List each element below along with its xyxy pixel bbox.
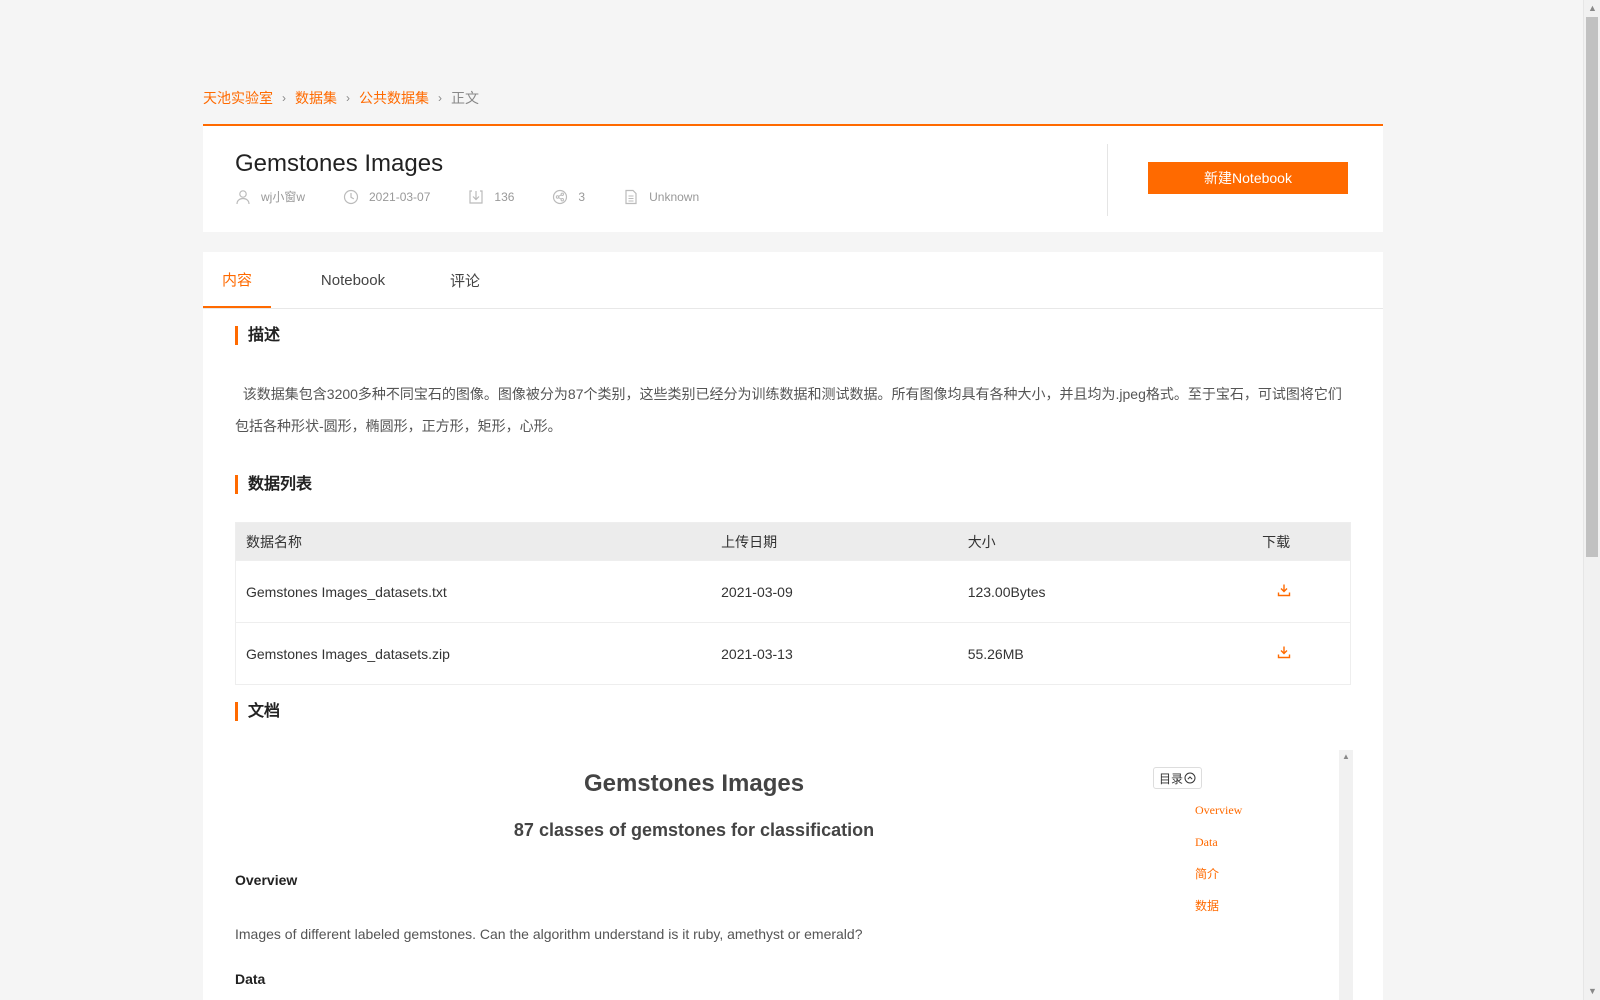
download-cell — [1262, 645, 1350, 662]
dataset-content-card: 内容 Notebook 评论 描述 该数据集包含3200多种不同宝石的图像。图像… — [203, 252, 1383, 1000]
column-header-download: 下载 — [1262, 533, 1291, 550]
file-upload-date: 2021-03-13 — [721, 645, 793, 662]
data-file-table: 数据名称 上传日期 大小 下载 Gemstones Images_dataset… — [235, 522, 1351, 685]
column-header-size: 大小 — [967, 533, 996, 550]
license-text: Unknown — [649, 189, 700, 204]
breadcrumb-separator-icon: › — [346, 91, 350, 105]
meta-date: 2021-03-07 — [343, 189, 430, 205]
header-divider — [1107, 144, 1108, 216]
scroll-down-arrow-icon[interactable]: ▼ — [1584, 983, 1600, 1000]
breadcrumb-separator-icon: › — [438, 91, 442, 105]
doc-subtitle: 87 classes of gemstones for classificati… — [513, 820, 875, 840]
toc-list: Overview Data 简介 数据 — [1195, 802, 1242, 930]
doc-title: Gemstones Images — [583, 770, 805, 797]
author-name[interactable]: wj小窗w — [261, 188, 305, 205]
description-body: 该数据集包含3200多种不同宝石的图像。图像被分为87个类别，这些类别已经分为训… — [235, 386, 1342, 434]
file-name: Gemstones Images_datasets.zip — [246, 645, 450, 662]
tab-comments[interactable]: 评论 — [435, 252, 495, 309]
breadcrumb: 天池实验室 › 数据集 › 公共数据集 › 正文 — [203, 88, 479, 108]
document-icon — [625, 189, 637, 204]
breadcrumb-tianchi-lab[interactable]: 天池实验室 — [203, 88, 273, 108]
download-icon — [469, 189, 483, 204]
file-size: 55.26MB — [967, 645, 1024, 662]
clock-icon — [343, 189, 359, 204]
dataset-header-card: Gemstones Images wj小窗w 2021-03-07 136 3 … — [203, 124, 1383, 232]
breadcrumb-public-datasets[interactable]: 公共数据集 — [359, 88, 429, 108]
doc-overview-heading: Overview — [235, 872, 298, 888]
file-upload-date: 2021-03-09 — [721, 583, 793, 600]
breadcrumb-current: 正文 — [451, 90, 479, 106]
column-header-upload-date: 上传日期 — [721, 533, 778, 550]
table-row: Gemstones Images_datasets.txt 2021-03-09… — [236, 560, 1350, 622]
download-cell — [1262, 583, 1350, 600]
share-icon — [553, 189, 568, 204]
meta-author: wj小窗w — [235, 188, 305, 205]
description-heading: 描述 — [235, 326, 280, 345]
download-count: 136 — [494, 189, 515, 204]
tab-content[interactable]: 内容 — [203, 252, 271, 308]
meta-license: Unknown — [623, 189, 699, 205]
download-icon[interactable] — [1277, 583, 1291, 597]
breadcrumb-datasets[interactable]: 数据集 — [295, 88, 337, 108]
scrollbar-thumb[interactable] — [1586, 17, 1598, 557]
document-frame: Gemstones Images 87 classes of gemstones… — [235, 750, 1353, 1000]
toc-item-data-cn[interactable]: 数据 — [1195, 898, 1242, 930]
chevron-up-circle-icon — [1184, 772, 1196, 784]
dataset-title: Gemstones Images — [235, 150, 444, 177]
share-count: 3 — [578, 189, 586, 204]
page-scrollbar[interactable]: ▲ ▼ — [1583, 0, 1600, 1000]
doc-overview-text: Images of different labeled gemstones. C… — [235, 926, 863, 942]
column-header-name: 数据名称 — [246, 533, 302, 550]
publish-date: 2021-03-07 — [369, 189, 431, 204]
data-list-heading: 数据列表 — [235, 475, 312, 494]
docs-heading: 文档 — [235, 702, 280, 721]
description-text: 该数据集包含3200多种不同宝石的图像。图像被分为87个类别，这些类别已经分为训… — [235, 378, 1353, 442]
tab-notebook[interactable]: Notebook — [303, 252, 403, 309]
toc-label: 目录 — [1159, 771, 1184, 786]
meta-shares: 3 — [552, 189, 585, 205]
scroll-up-arrow-icon[interactable]: ▲ — [1584, 0, 1600, 17]
toc-toggle-button[interactable]: 目录 — [1153, 767, 1203, 789]
toc-item-intro[interactable]: 简介 — [1195, 866, 1242, 898]
breadcrumb-separator-icon: › — [282, 91, 286, 105]
file-name: Gemstones Images_datasets.txt — [246, 583, 447, 600]
table-row: Gemstones Images_datasets.zip 2021-03-13… — [236, 622, 1350, 684]
doc-data-heading: Data — [235, 971, 266, 987]
dataset-meta: wj小窗w 2021-03-07 136 3 Unknown — [235, 188, 737, 205]
toc-item-data[interactable]: Data — [1195, 834, 1242, 866]
table-header-row: 数据名称 上传日期 大小 下载 — [236, 523, 1350, 560]
download-icon[interactable] — [1277, 645, 1291, 659]
meta-downloads: 136 — [468, 189, 514, 205]
new-notebook-button[interactable]: 新建Notebook — [1148, 162, 1348, 194]
content-tabs: 内容 Notebook 评论 — [203, 252, 1383, 309]
user-icon — [236, 189, 250, 204]
toc-item-overview[interactable]: Overview — [1195, 802, 1242, 834]
document-scrollbar[interactable]: ▲ — [1339, 750, 1353, 1000]
scroll-up-arrow-icon[interactable]: ▲ — [1339, 750, 1353, 764]
file-size: 123.00Bytes — [967, 583, 1046, 600]
